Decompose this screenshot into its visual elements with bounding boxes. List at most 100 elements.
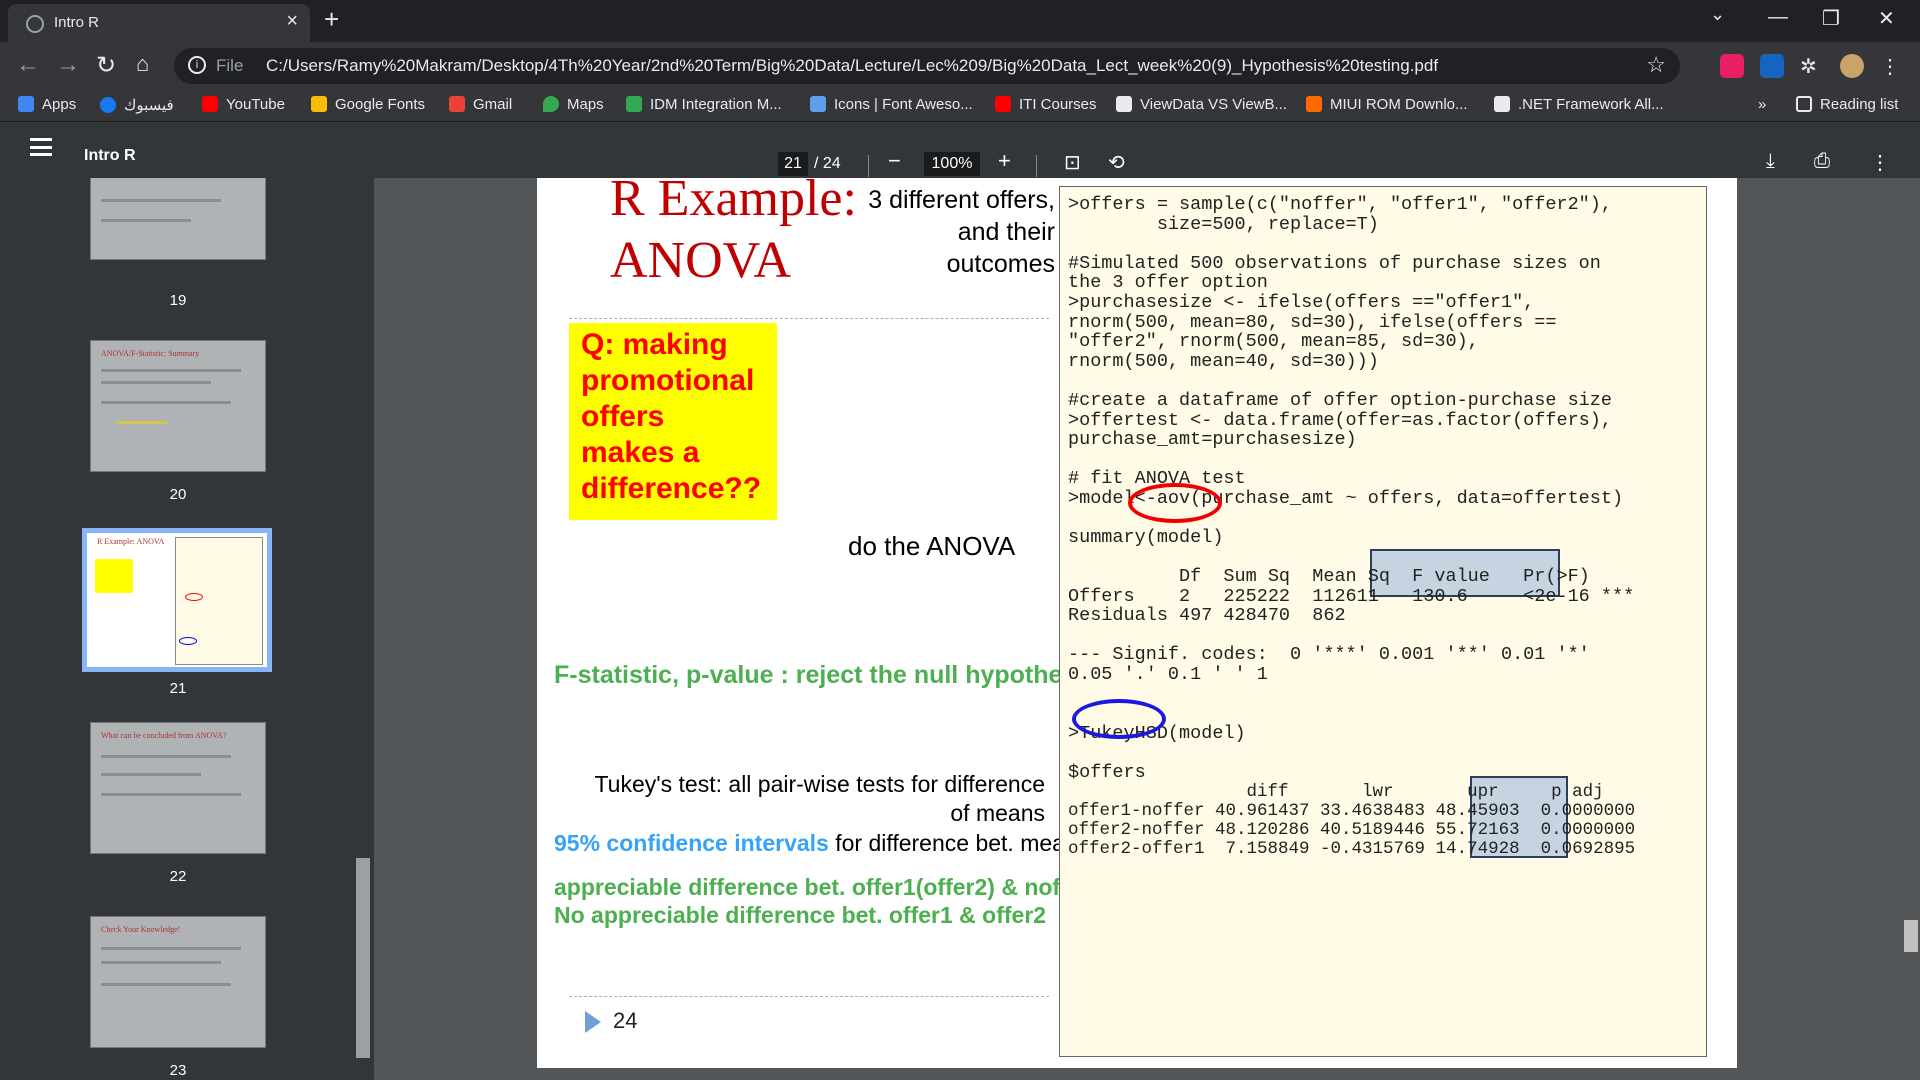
thumbnail-number: 19	[169, 292, 187, 309]
pdf-document-title: Intro R	[84, 147, 136, 164]
bookmark-facebook[interactable]: فيسبوك	[100, 96, 174, 114]
thumbnail-highlight	[117, 421, 167, 424]
profile-dropdown-icon[interactable]: ⌄	[1710, 4, 1725, 25]
page-number-input[interactable]: 21	[778, 152, 808, 176]
thumbnail-page-20[interactable]: ANOVA/F-Statistic: Summary	[90, 340, 266, 472]
reload-icon[interactable]: ↻	[96, 51, 116, 80]
back-icon[interactable]: ←	[16, 51, 40, 79]
thumbnail-line	[101, 773, 201, 776]
fstat-note: F-statistic, p-value : reject the null h…	[554, 661, 1098, 689]
code-line: Residuals 497 428470 862	[1068, 605, 1346, 626]
ci-note: 95% confidence intervals for difference …	[554, 830, 1089, 857]
new-tab-button[interactable]: +	[324, 4, 339, 35]
url-text[interactable]: C:/Users/Ramy%20Makram/Desktop/4Th%20Yea…	[266, 56, 1438, 76]
url-scheme: File	[216, 56, 244, 75]
browser-tab[interactable]: Intro R ×	[8, 4, 310, 42]
thumbnail-page-23[interactable]: Check Your Knowledge!	[90, 916, 266, 1048]
bookmarks-bar: Apps فيسبوك YouTube Google Fonts Gmail M…	[0, 90, 1920, 122]
forward-icon[interactable]: →	[56, 51, 80, 79]
extension-icon[interactable]	[1720, 54, 1744, 78]
bookmark-viewdata[interactable]: ViewData VS ViewB...	[1116, 96, 1287, 113]
bookmark-dotnet[interactable]: .NET Framework All...	[1494, 96, 1664, 113]
red-annotation-oval	[1128, 483, 1222, 523]
address-bar[interactable]: i File C:/Users/Ramy%20Makram/Desktop/4T…	[174, 48, 1680, 84]
youtube-icon	[202, 96, 218, 112]
bookmark-idm[interactable]: IDM Integration M...	[626, 96, 782, 113]
thumbnail-line	[101, 947, 241, 950]
rotate-icon[interactable]: ⟲	[1108, 150, 1125, 175]
more-menu-icon[interactable]: ⋮	[1880, 54, 1904, 78]
bookmark-label: Google Fonts	[335, 96, 426, 113]
bookmark-label: Icons | Font Aweso...	[834, 96, 973, 113]
thumbnail-red-oval	[185, 593, 203, 601]
tab-title: Intro R	[54, 14, 100, 31]
zoom-level-input[interactable]: 100%	[924, 152, 980, 176]
bookmark-label: Maps	[567, 96, 604, 113]
bookmark-label: Apps	[42, 96, 77, 113]
reading-list-button[interactable]: Reading list	[1796, 96, 1898, 113]
fit-page-icon[interactable]: ⊡	[1064, 150, 1081, 175]
thumbnail-line	[101, 381, 211, 384]
browser-toolbar: ← → ↻ ⌂ i File C:/Users/Ramy%20Makram/De…	[0, 42, 1920, 90]
thumbnail-blue-oval	[179, 637, 197, 645]
zoom-in-icon[interactable]: +	[998, 148, 1011, 174]
hamburger-menu-icon[interactable]	[30, 138, 52, 156]
dashed-divider	[569, 996, 1049, 997]
code-line: offer2-offer1 7.158849 -0.4315769 14.749…	[1068, 839, 1636, 859]
bookmark-label: فيسبوك	[124, 97, 174, 114]
thumbnail-sidebar: 19 ANOVA/F-Statistic: Summary 20 R Examp…	[0, 178, 352, 1080]
tab-close-icon[interactable]: ×	[286, 10, 298, 33]
thumbnail-title: Check Your Knowledge!	[101, 925, 181, 934]
bookmark-miui[interactable]: MIUI ROM Downlo...	[1306, 96, 1468, 113]
difference-notes: appreciable difference bet. offer1(offer…	[554, 873, 1090, 929]
thumbnail-page-21-selected[interactable]: R Example: ANOVA	[82, 528, 272, 672]
maps-pin-icon	[543, 96, 559, 112]
restore-button[interactable]: ❐	[1822, 6, 1840, 31]
viewer-scrollbar[interactable]	[1902, 178, 1920, 1080]
bookmark-iti-courses[interactable]: ITI Courses	[995, 96, 1097, 113]
thumbnail-number: 23	[169, 1062, 187, 1079]
home-icon[interactable]: ⌂	[136, 51, 149, 77]
sidebar-scrollbar[interactable]	[352, 178, 374, 1080]
thumbnail-page-19[interactable]	[90, 178, 266, 260]
bookmark-star-icon[interactable]: ☆	[1646, 52, 1666, 78]
bookmark-label: Gmail	[473, 96, 513, 113]
print-icon[interactable]: ⎙	[1814, 150, 1830, 173]
thumbnail-title: R Example: ANOVA	[97, 537, 165, 546]
thumbnail-number: 22	[169, 868, 187, 885]
close-window-button[interactable]: ✕	[1878, 6, 1895, 31]
pdf-page: R Example: ANOVA 3 different offers, and…	[537, 178, 1737, 1068]
code-line: purchase_amt=purchasesize)	[1068, 429, 1357, 450]
sidebar-scrollbar-thumb[interactable]	[356, 858, 370, 1058]
bookmark-gmail[interactable]: Gmail	[449, 96, 512, 113]
reading-list-icon	[1796, 96, 1812, 112]
thumbnail-page-22[interactable]: What can be concluded from ANOVA?	[90, 722, 266, 854]
code-line: size=500, replace=T)	[1068, 214, 1379, 235]
puzzle-icon[interactable]: ✲	[1800, 54, 1824, 78]
not-appreciable-note: No appreciable difference bet. offer1 & …	[554, 902, 1047, 928]
bookmark-maps[interactable]: Maps	[543, 96, 604, 113]
thumbnail-line	[101, 369, 241, 372]
avatar[interactable]	[1840, 54, 1864, 78]
appreciable-note: appreciable difference bet. offer1(offer…	[554, 874, 1090, 900]
youtube-icon	[995, 96, 1011, 112]
thumbnail-number: 21	[169, 680, 187, 697]
more-options-icon[interactable]: ⋮	[1870, 150, 1890, 175]
info-icon[interactable]: i	[188, 56, 206, 74]
bookmark-google-fonts[interactable]: Google Fonts	[311, 96, 425, 113]
slide-bullet-icon	[585, 1011, 601, 1033]
bookmark-apps[interactable]: Apps	[18, 96, 76, 113]
download-icon[interactable]: ⤓	[1766, 150, 1775, 173]
thumbnail-title: What can be concluded from ANOVA?	[101, 731, 227, 740]
thumbnail-line	[101, 199, 221, 202]
bookmark-youtube[interactable]: YouTube	[202, 96, 285, 113]
idm-icon	[626, 96, 642, 112]
shield-extension-icon[interactable]	[1760, 54, 1784, 78]
minimize-button[interactable]: —	[1768, 6, 1788, 29]
bookmark-font-awesome[interactable]: Icons | Font Aweso...	[810, 96, 973, 113]
question-box: Q: making promotional offers makes a dif…	[569, 323, 777, 520]
viewer-scrollbar-thumb[interactable]	[1904, 920, 1918, 952]
zoom-out-icon[interactable]: −	[888, 148, 901, 174]
code-line: rnorm(500, mean=40, sd=30)))	[1068, 351, 1379, 372]
bookmarks-overflow-button[interactable]: »	[1758, 96, 1766, 113]
